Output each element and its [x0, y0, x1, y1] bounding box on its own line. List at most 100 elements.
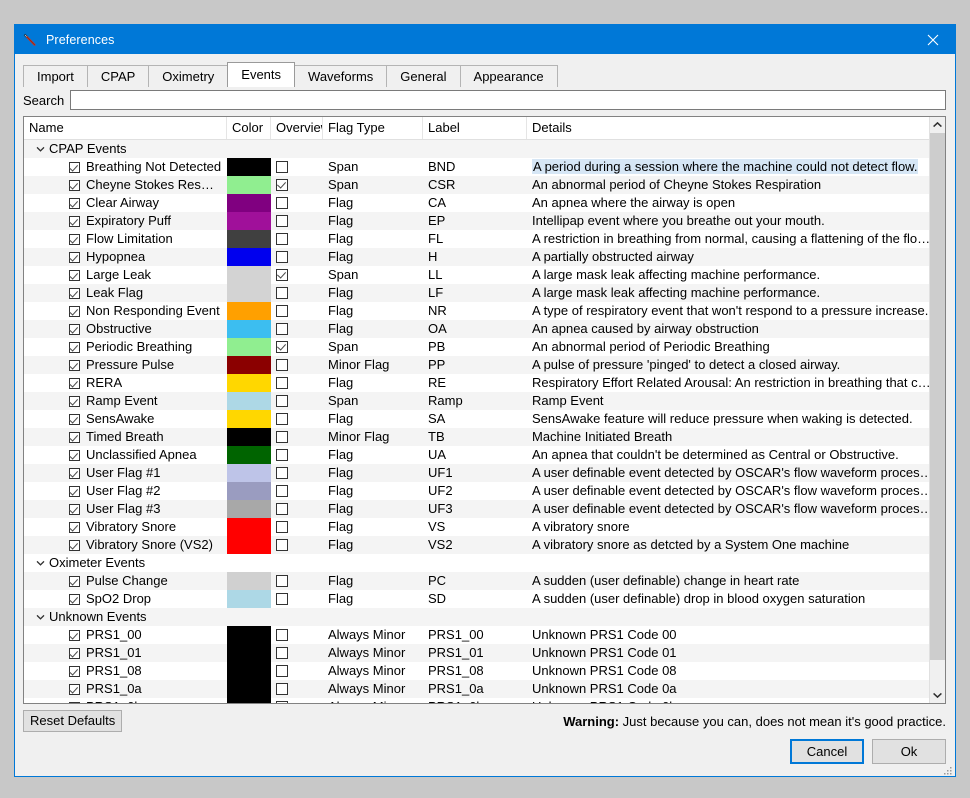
table-row[interactable]: Non Responding Event Flag NR A type of resp… [24, 302, 945, 320]
scrollbar-thumb[interactable] [930, 133, 945, 660]
flag-type-cell[interactable]: Flag [323, 194, 423, 212]
color-swatch[interactable] [227, 158, 271, 176]
scroll-down-icon[interactable] [930, 687, 945, 703]
details-cell[interactable]: An apnea caused by airway obstruction [527, 320, 945, 338]
table-row[interactable]: PRS1_0bAlways MinorPRS1_0bUnknown PRS1 C… [24, 698, 945, 703]
overview-checkbox[interactable] [276, 341, 288, 353]
color-swatch[interactable] [227, 464, 271, 482]
overview-checkbox[interactable] [276, 269, 288, 281]
table-row[interactable]: SpO2 Drop Flag SD A sudden (user definable)… [24, 590, 945, 608]
chevron-down-icon[interactable] [33, 614, 47, 620]
overview-checkbox[interactable] [276, 359, 288, 371]
label-cell[interactable]: VS [423, 518, 527, 536]
color-swatch[interactable] [227, 662, 271, 680]
enable-checkbox[interactable] [69, 341, 80, 353]
label-cell[interactable]: PC [423, 572, 527, 590]
flag-type-cell[interactable]: Flag [323, 374, 423, 392]
enable-checkbox[interactable] [69, 413, 80, 425]
table-row[interactable]: Periodic Breathing Span PB An abnormal peri… [24, 338, 945, 356]
overview-checkbox[interactable] [276, 413, 288, 425]
color-cell[interactable] [227, 446, 271, 464]
column-header-flag-type[interactable]: Flag Type [323, 117, 423, 139]
enable-checkbox[interactable] [69, 647, 80, 659]
overview-checkbox[interactable] [276, 215, 288, 227]
table-group-row[interactable]: CPAP Events [24, 140, 945, 158]
search-input[interactable] [70, 90, 946, 110]
overview-checkbox[interactable] [276, 197, 288, 209]
color-swatch[interactable] [227, 482, 271, 500]
color-swatch[interactable] [227, 410, 271, 428]
color-cell[interactable] [227, 536, 271, 554]
color-swatch[interactable] [227, 590, 271, 608]
flag-type-cell[interactable]: Flag [323, 518, 423, 536]
overview-checkbox[interactable] [276, 485, 288, 497]
color-cell[interactable] [227, 518, 271, 536]
table-row[interactable]: Vibratory Snore Flag VS A vibratory snore [24, 518, 945, 536]
color-swatch[interactable] [227, 572, 271, 590]
overview-checkbox[interactable] [276, 665, 288, 677]
enable-checkbox[interactable] [69, 575, 80, 587]
overview-checkbox[interactable] [276, 161, 288, 173]
color-cell[interactable] [227, 572, 271, 590]
label-cell[interactable]: PB [423, 338, 527, 356]
label-cell[interactable]: FL [423, 230, 527, 248]
flag-type-cell[interactable]: Minor Flag [323, 428, 423, 446]
details-cell[interactable]: A partially obstructed airway [527, 248, 945, 266]
color-cell[interactable] [227, 230, 271, 248]
details-cell[interactable]: Unknown PRS1 Code 0b [527, 698, 945, 703]
enable-checkbox[interactable] [69, 323, 80, 335]
details-cell[interactable]: Machine Initiated Breath [527, 428, 945, 446]
column-header-overview[interactable]: Overview [271, 117, 323, 139]
cancel-button[interactable]: Cancel [790, 739, 864, 764]
table-row[interactable]: Obstructive Flag OA An apnea caused by airw… [24, 320, 945, 338]
table-row[interactable]: User Flag #3 Flag UF3 A user definable even… [24, 500, 945, 518]
color-cell[interactable] [227, 266, 271, 284]
overview-checkbox[interactable] [276, 377, 288, 389]
enable-checkbox[interactable] [69, 215, 80, 227]
label-cell[interactable]: CA [423, 194, 527, 212]
color-swatch[interactable] [227, 338, 271, 356]
tab-waveforms[interactable]: Waveforms [294, 65, 388, 87]
label-cell[interactable]: SD [423, 590, 527, 608]
details-cell[interactable]: A type of respiratory event that won't r… [527, 302, 945, 320]
label-cell[interactable]: SA [423, 410, 527, 428]
color-swatch[interactable] [227, 320, 271, 338]
details-cell[interactable]: A large mask leak affecting machine perf… [527, 284, 945, 302]
label-cell[interactable]: UF3 [423, 500, 527, 518]
chevron-down-icon[interactable] [33, 146, 47, 152]
color-swatch[interactable] [227, 212, 271, 230]
enable-checkbox[interactable] [69, 197, 80, 209]
enable-checkbox[interactable] [69, 521, 80, 533]
overview-checkbox[interactable] [276, 449, 288, 461]
flag-type-cell[interactable]: Flag [323, 212, 423, 230]
color-swatch[interactable] [227, 500, 271, 518]
reset-defaults-button[interactable]: Reset Defaults [23, 710, 123, 732]
table-row[interactable]: Timed Breath Minor Flag TB Machine Initiate… [24, 428, 945, 446]
overview-checkbox[interactable] [276, 539, 288, 551]
color-cell[interactable] [227, 590, 271, 608]
label-cell[interactable]: EP [423, 212, 527, 230]
table-row[interactable]: Vibratory Snore (VS2) Flag VS2 A vibratory … [24, 536, 945, 554]
enable-checkbox[interactable] [69, 485, 80, 497]
overview-checkbox[interactable] [276, 431, 288, 443]
label-cell[interactable]: H [423, 248, 527, 266]
column-header-name[interactable]: Name [24, 117, 227, 139]
details-cell[interactable]: An abnormal period of Cheyne Stokes Resp… [527, 176, 945, 194]
overview-checkbox[interactable] [276, 647, 288, 659]
table-row[interactable]: Flow Limitation Flag FL A restriction in br… [24, 230, 945, 248]
table-group-row[interactable]: Oximeter Events [24, 554, 945, 572]
table-row[interactable]: PRS1_01 Always Minor PRS1_01 Unknown PRS1 C… [24, 644, 945, 662]
table-group-row[interactable]: Unknown Events [24, 608, 945, 626]
overview-checkbox[interactable] [276, 683, 288, 695]
details-cell[interactable]: A user definable event detected by OSCAR… [527, 482, 945, 500]
flag-type-cell[interactable]: Always Minor [323, 680, 423, 698]
label-cell[interactable]: OA [423, 320, 527, 338]
tab-cpap[interactable]: CPAP [86, 65, 150, 87]
color-cell[interactable] [227, 320, 271, 338]
details-cell[interactable]: Respiratory Effort Related Arousal: An r… [527, 374, 945, 392]
label-cell[interactable]: UA [423, 446, 527, 464]
label-cell[interactable]: UF1 [423, 464, 527, 482]
overview-checkbox[interactable] [276, 503, 288, 515]
overview-checkbox[interactable] [276, 323, 288, 335]
label-cell[interactable]: TB [423, 428, 527, 446]
